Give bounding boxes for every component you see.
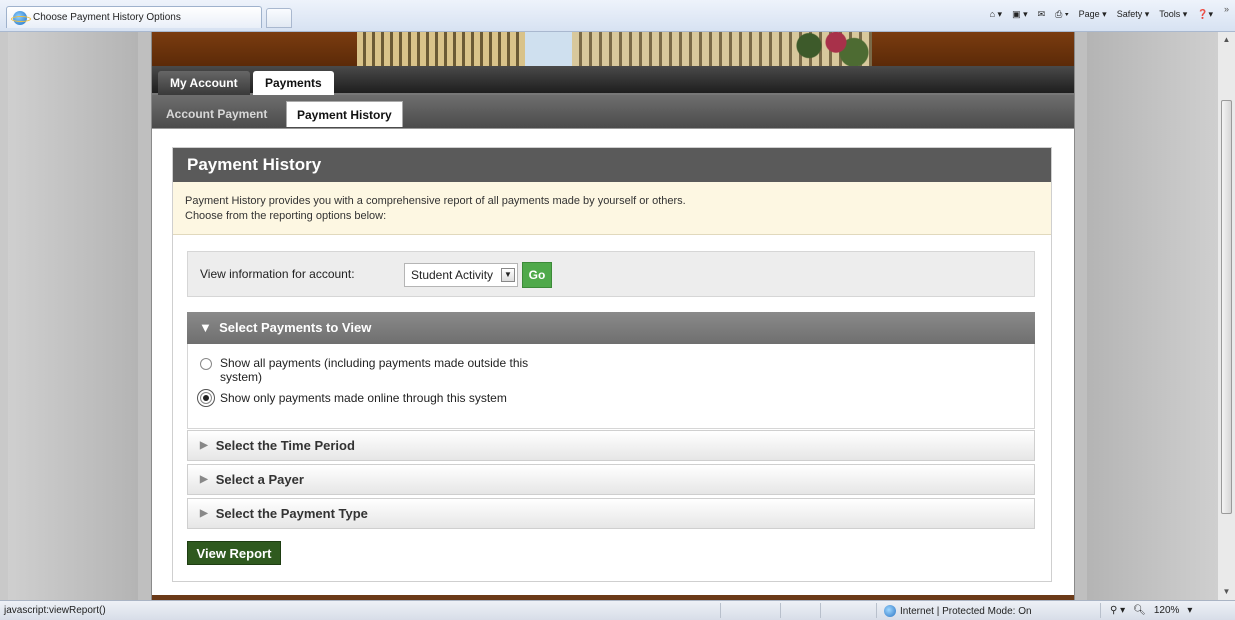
zoom-level: 120% bbox=[1153, 605, 1180, 616]
tab-payment-history[interactable]: Payment History bbox=[286, 101, 403, 127]
scroll-down-icon[interactable]: ▼ bbox=[1218, 584, 1235, 600]
zoom-dropdown-icon[interactable]: ▾ bbox=[1187, 605, 1192, 616]
go-button[interactable]: Go bbox=[522, 262, 552, 288]
site-frame: My Account Payments Account Payment Paym… bbox=[151, 32, 1075, 600]
page-menu[interactable]: Page ▾ bbox=[1079, 9, 1107, 20]
zoom-control[interactable]: ⚲ ▾ 🔍︎ 120% ▾ bbox=[1110, 605, 1192, 616]
account-selector-row: View information for account: Student Ac… bbox=[187, 251, 1035, 297]
tab-payments[interactable]: Payments bbox=[253, 71, 334, 95]
tools-menu[interactable]: Tools ▾ bbox=[1159, 9, 1187, 20]
select-payments-body: Show all payments (including payments ma… bbox=[187, 344, 1035, 429]
dropdown-arrow-icon[interactable]: ▼ bbox=[501, 268, 515, 282]
vertical-scrollbar[interactable]: ▲ ▼ bbox=[1217, 32, 1235, 600]
info-box: Payment History provides you with a comp… bbox=[173, 182, 1051, 235]
banner-sky-image bbox=[525, 32, 572, 66]
browser-tab-title: Choose Payment History Options bbox=[33, 12, 181, 23]
page-viewport: My Account Payments Account Payment Paym… bbox=[8, 32, 1217, 600]
new-tab-button[interactable] bbox=[266, 8, 292, 28]
info-text-line: Choose from the reporting options below: bbox=[185, 210, 387, 222]
status-divider bbox=[720, 603, 721, 618]
mail-icon[interactable]: ✉ bbox=[1038, 9, 1046, 20]
collapsed-triangle-icon: ▶ bbox=[200, 508, 208, 519]
banner-building-image bbox=[357, 32, 525, 66]
browser-tab[interactable]: Choose Payment History Options bbox=[6, 6, 262, 28]
expanded-triangle-icon: ▼ bbox=[199, 320, 220, 335]
zoom-icon: 🔍︎ bbox=[1133, 605, 1146, 616]
scrollbar-thumb[interactable] bbox=[1221, 100, 1232, 514]
command-bar: ⌂ ▾ ▣ ▾ ✉ ⎙ ▾ Page ▾ Safety ▾ Tools ▾ ❓▾ bbox=[990, 9, 1213, 20]
tab-account-payment[interactable]: Account Payment bbox=[156, 101, 277, 127]
secondary-nav: Account Payment Payment History bbox=[152, 95, 1074, 129]
radio-online-payments[interactable] bbox=[197, 389, 215, 407]
accordion-label: Select the Payment Type bbox=[215, 506, 368, 521]
help-icon[interactable]: ❓▾ bbox=[1197, 9, 1213, 20]
option-all-label: Show all payments (including payments ma… bbox=[220, 356, 529, 384]
collapsed-triangle-icon: ▶ bbox=[200, 440, 208, 451]
status-divider bbox=[780, 603, 781, 618]
home-icon[interactable]: ⌂ ▾ bbox=[990, 9, 1002, 20]
accordion-payer[interactable]: ▶ Select a Payer bbox=[187, 464, 1035, 495]
tab-my-account[interactable]: My Account bbox=[158, 71, 250, 95]
view-report-button[interactable]: View Report bbox=[187, 541, 281, 565]
account-select-value: Student Activity bbox=[411, 268, 494, 282]
safety-menu[interactable]: Safety ▾ bbox=[1117, 9, 1150, 20]
zone-label: Internet | Protected Mode: On bbox=[900, 605, 1032, 617]
browser-tab-bar: Choose Payment History Options ⌂ ▾ ▣ ▾ ✉… bbox=[0, 0, 1235, 32]
account-select[interactable]: Student Activity ▼ bbox=[404, 263, 518, 287]
right-margin bbox=[1087, 32, 1217, 600]
protected-mode-icon[interactable]: ⚲ ▾ bbox=[1110, 605, 1125, 616]
payment-history-panel: Payment History Payment History provides… bbox=[172, 147, 1052, 582]
accordion-payment-type[interactable]: ▶ Select the Payment Type bbox=[187, 498, 1035, 529]
page-title: Payment History bbox=[173, 148, 1051, 182]
security-zone[interactable]: Internet | Protected Mode: On bbox=[884, 605, 1032, 617]
status-divider bbox=[820, 603, 821, 618]
option-online-payments[interactable]: Show only payments made online through t… bbox=[197, 389, 507, 407]
scroll-up-icon[interactable]: ▲ bbox=[1218, 32, 1235, 48]
status-url: javascript:viewReport() bbox=[4, 605, 106, 616]
accordion-label: Select a Payer bbox=[215, 472, 304, 487]
globe-icon bbox=[884, 605, 896, 617]
ie-logo-icon bbox=[11, 10, 31, 25]
site-banner bbox=[152, 32, 1074, 66]
info-text-line: Payment History provides you with a comp… bbox=[185, 195, 686, 207]
accordion-label: Select the Time Period bbox=[215, 438, 355, 453]
status-bar: javascript:viewReport() Internet | Prote… bbox=[0, 600, 1235, 620]
overflow-chevron-icon[interactable]: » bbox=[1224, 4, 1229, 14]
feeds-icon[interactable]: ▣ ▾ bbox=[1012, 9, 1028, 20]
banner-tree-image bbox=[782, 32, 872, 66]
left-margin bbox=[8, 32, 138, 600]
select-payments-title: Select Payments to View bbox=[219, 320, 372, 335]
option-online-label: Show only payments made online through t… bbox=[220, 391, 507, 405]
status-divider bbox=[876, 603, 877, 618]
radio-all-payments[interactable] bbox=[200, 358, 212, 370]
account-label: View information for account: bbox=[200, 267, 355, 281]
collapsed-triangle-icon: ▶ bbox=[200, 474, 208, 485]
status-divider bbox=[1100, 603, 1101, 618]
select-payments-header[interactable]: ▼ Select Payments to View bbox=[187, 312, 1035, 344]
option-all-payments[interactable]: Show all payments (including payments ma… bbox=[200, 356, 540, 384]
print-icon[interactable]: ⎙ ▾ bbox=[1055, 9, 1068, 20]
primary-nav: My Account Payments bbox=[152, 66, 1074, 95]
accordion-time-period[interactable]: ▶ Select the Time Period bbox=[187, 430, 1035, 461]
